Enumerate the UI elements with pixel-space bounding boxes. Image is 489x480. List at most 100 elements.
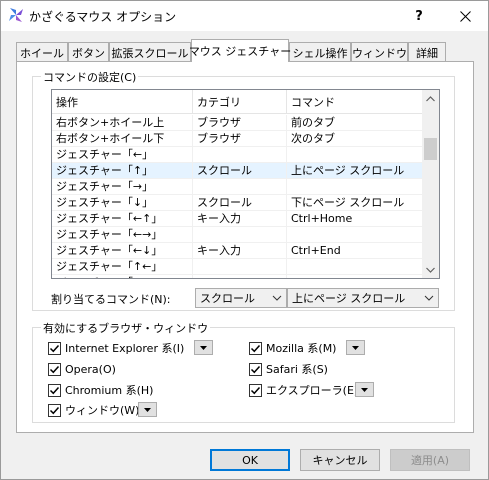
- table-cell-op: ジェスチャー「↑←」: [52, 259, 193, 275]
- options-dialog: かざぐるマウス オプション ? ホイール ボタン 拡張スクロール マウス ジェス…: [0, 0, 489, 480]
- table-cell-command: Ctrl+End: [291, 244, 341, 257]
- window-options-dropdown-button[interactable]: [138, 402, 157, 417]
- command-list[interactable]: 操作 カテゴリ コマンド 右ボタン+ホイール上 ブラウザ 前のタブ 右ボタン+ホイール…: [51, 89, 440, 279]
- close-button[interactable]: [442, 1, 488, 31]
- checkmark-icon: [49, 365, 60, 373]
- tab-wheel[interactable]: ホイール: [16, 42, 68, 62]
- column-header-command[interactable]: コマンド: [287, 90, 423, 114]
- table-cell-category: [193, 275, 287, 278]
- table-row[interactable]: ジェスチャー「←↓」 キー入力 Ctrl+End: [52, 243, 423, 259]
- help-button[interactable]: ?: [396, 1, 442, 31]
- command-list-body: 操作 カテゴリ コマンド 右ボタン+ホイール上 ブラウザ 前のタブ 右ボタン+ホイール…: [52, 90, 423, 278]
- checkbox-box[interactable]: [249, 341, 262, 355]
- checkbox-box[interactable]: [48, 383, 61, 397]
- table-cell-command: [287, 147, 423, 163]
- chevron-down-icon: [272, 295, 282, 301]
- list-scrollbar[interactable]: [422, 90, 439, 278]
- category-combo-value: スクロール: [200, 292, 255, 305]
- ok-button[interactable]: OK: [210, 449, 290, 471]
- app-pinwheel-icon: [9, 8, 23, 22]
- scroll-up-arrow-icon[interactable]: [422, 90, 439, 107]
- table-cell-command: 前のタブ: [291, 116, 335, 129]
- table-cell-command: 上にページ スクロール: [291, 164, 405, 177]
- tab-extended-scroll[interactable]: 拡張スクロール: [109, 42, 191, 62]
- checkbox-internet-explorer[interactable]: Internet Explorer 系(I): [48, 340, 184, 356]
- close-icon: [459, 10, 471, 22]
- tab-shell-ops[interactable]: シェル操作: [289, 42, 351, 62]
- category-combo[interactable]: スクロール: [195, 288, 287, 308]
- table-cell-category: [193, 179, 287, 195]
- chevron-down-icon: [424, 295, 434, 301]
- table-row[interactable]: ジェスチャー「←」: [52, 147, 423, 163]
- table-row[interactable]: ジェスチャー「←↑」 キー入力 Ctrl+Home: [52, 211, 423, 227]
- table-cell-op: ジェスチャー「↑」: [52, 163, 193, 179]
- command-combo[interactable]: 上にページ スクロール: [287, 288, 439, 308]
- checkmark-icon: [49, 406, 60, 414]
- explorer-options-dropdown-button[interactable]: [355, 382, 374, 397]
- browser-group-label: 有効にするブラウザ・ウィンドウ: [41, 320, 211, 336]
- table-row[interactable]: 右ボタン+ホイール下 ブラウザ 次のタブ: [52, 131, 423, 147]
- assign-command-label: 割り当てるコマンド(N):: [51, 293, 171, 306]
- tab-mouse-gesture[interactable]: マウス ジェスチャー: [189, 39, 291, 62]
- checkbox-box[interactable]: [249, 383, 262, 397]
- command-combo-value: 上にページ スクロール: [292, 292, 406, 305]
- dropdown-triangle-icon: [352, 345, 359, 350]
- ie-options-dropdown-button[interactable]: [194, 340, 213, 355]
- checkbox-box[interactable]: [48, 341, 61, 355]
- checkbox-explorer[interactable]: エクスプローラ(E): [249, 382, 358, 398]
- tab-window[interactable]: ウィンドウ: [351, 42, 408, 62]
- table-row[interactable]: ジェスチャー「→」: [52, 179, 423, 195]
- table-cell-command: [287, 275, 423, 278]
- checkbox-chromium[interactable]: Chromium 系(H): [48, 382, 153, 398]
- table-cell-op: ジェスチャー「←↑」: [52, 211, 193, 227]
- apply-button[interactable]: 適用(A): [390, 449, 470, 471]
- table-cell-op: ジェスチャー「↓」: [52, 195, 193, 211]
- checkbox-box[interactable]: [48, 403, 61, 417]
- checkbox-label: ウィンドウ(W): [65, 404, 140, 417]
- scroll-down-arrow-icon[interactable]: [422, 261, 439, 278]
- checkbox-opera[interactable]: Opera(O): [48, 361, 116, 377]
- checkbox-safari[interactable]: Safari 系(S): [249, 361, 328, 377]
- checkbox-mozilla[interactable]: Mozilla 系(M): [249, 340, 336, 356]
- table-cell-category: ブラウザ: [193, 115, 287, 131]
- table-row[interactable]: ジェスチャー「↑→」: [52, 275, 423, 278]
- checkbox-box[interactable]: [249, 362, 262, 376]
- column-header-category[interactable]: カテゴリ: [193, 90, 287, 114]
- checkbox-box[interactable]: [48, 362, 61, 376]
- table-cell-category: [193, 227, 287, 243]
- dropdown-triangle-icon: [361, 387, 368, 392]
- table-row[interactable]: ジェスチャー「↑←」: [52, 259, 423, 275]
- table-cell-op: ジェスチャー「←」: [52, 147, 193, 163]
- tab-button[interactable]: ボタン: [68, 42, 109, 62]
- table-cell-op: ジェスチャー「→」: [52, 179, 193, 195]
- window-title: かざぐるマウス オプション: [29, 10, 177, 24]
- table-row[interactable]: ジェスチャー「←→」: [52, 227, 423, 243]
- title-bar: かざぐるマウス オプション ?: [1, 1, 488, 31]
- table-cell-op: 右ボタン+ホイール上: [52, 115, 193, 131]
- table-cell-command: Ctrl+Home: [291, 212, 353, 225]
- checkbox-label: Chromium 系(H): [65, 384, 154, 397]
- scroll-thumb[interactable]: [424, 138, 437, 160]
- table-cell-category: ブラウザ: [193, 131, 287, 147]
- table-cell-command: [287, 227, 423, 243]
- checkmark-icon: [250, 386, 261, 394]
- checkbox-label: Safari 系(S): [266, 363, 328, 376]
- table-cell-category: キー入力: [193, 211, 287, 227]
- cancel-button[interactable]: キャンセル: [300, 449, 380, 471]
- table-cell-command: 下にページ スクロール: [291, 196, 405, 209]
- checkbox-window[interactable]: ウィンドウ(W): [48, 402, 139, 418]
- checkmark-icon: [250, 365, 261, 373]
- table-cell-category: スクロール: [193, 163, 287, 179]
- mozilla-options-dropdown-button[interactable]: [346, 340, 365, 355]
- checkmark-icon: [49, 344, 60, 352]
- table-cell-op: ジェスチャー「←↓」: [52, 243, 193, 259]
- checkbox-label: Internet Explorer 系(I): [65, 342, 185, 355]
- checkbox-label: Opera(O): [65, 362, 116, 376]
- tab-advanced[interactable]: 詳細: [408, 42, 446, 62]
- column-header-operation[interactable]: 操作: [52, 90, 193, 114]
- table-row[interactable]: ジェスチャー「↓」 スクロール 下にページ スクロール: [52, 195, 423, 211]
- checkbox-label: エクスプローラ(E): [266, 384, 359, 397]
- table-row[interactable]: ジェスチャー「↑」 スクロール 上にページ スクロール: [52, 163, 423, 179]
- table-cell-op: ジェスチャー「↑→」: [52, 275, 193, 278]
- table-row[interactable]: 右ボタン+ホイール上 ブラウザ 前のタブ: [52, 115, 423, 131]
